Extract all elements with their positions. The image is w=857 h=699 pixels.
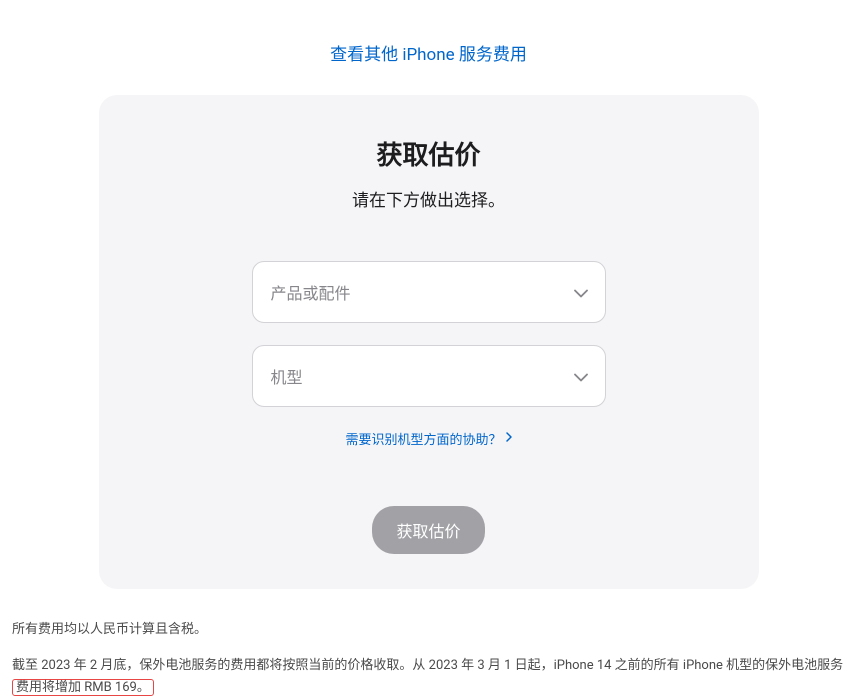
footer-note-2: 截至 2023 年 2 月底，保外电池服务的费用都将按照当前的价格收取。从 20… <box>12 655 845 699</box>
price-increase-highlight: 费用将增加 RMB 169。 <box>12 679 154 696</box>
estimate-card: 获取估价 请在下方做出选择。 产品或配件 机型 需要识别机型方面的协助？ <box>99 95 759 589</box>
help-link-label: 需要识别机型方面的协助？ <box>345 429 501 448</box>
product-select-placeholder: 产品或配件 <box>271 280 351 304</box>
model-select-placeholder: 机型 <box>271 364 303 388</box>
chevron-right-icon <box>506 431 512 446</box>
other-iphone-service-link[interactable]: 查看其他 iPhone 服务费用 <box>330 45 527 65</box>
identify-model-help-link[interactable]: 需要识别机型方面的协助？ <box>345 429 511 448</box>
footer-notes: 所有费用均以人民币计算且含税。 截至 2023 年 2 月底，保外电池服务的费用… <box>0 589 857 699</box>
get-estimate-button[interactable]: 获取估价 <box>372 506 484 554</box>
card-title: 获取估价 <box>149 135 709 172</box>
footer-note-2-text: 截至 2023 年 2 月底，保外电池服务的费用都将按照当前的价格收取。从 20… <box>12 658 843 673</box>
model-select[interactable]: 机型 <box>252 345 606 407</box>
product-select[interactable]: 产品或配件 <box>252 261 606 323</box>
card-subtitle: 请在下方做出选择。 <box>149 186 709 211</box>
footer-note-1: 所有费用均以人民币计算且含税。 <box>12 619 845 641</box>
